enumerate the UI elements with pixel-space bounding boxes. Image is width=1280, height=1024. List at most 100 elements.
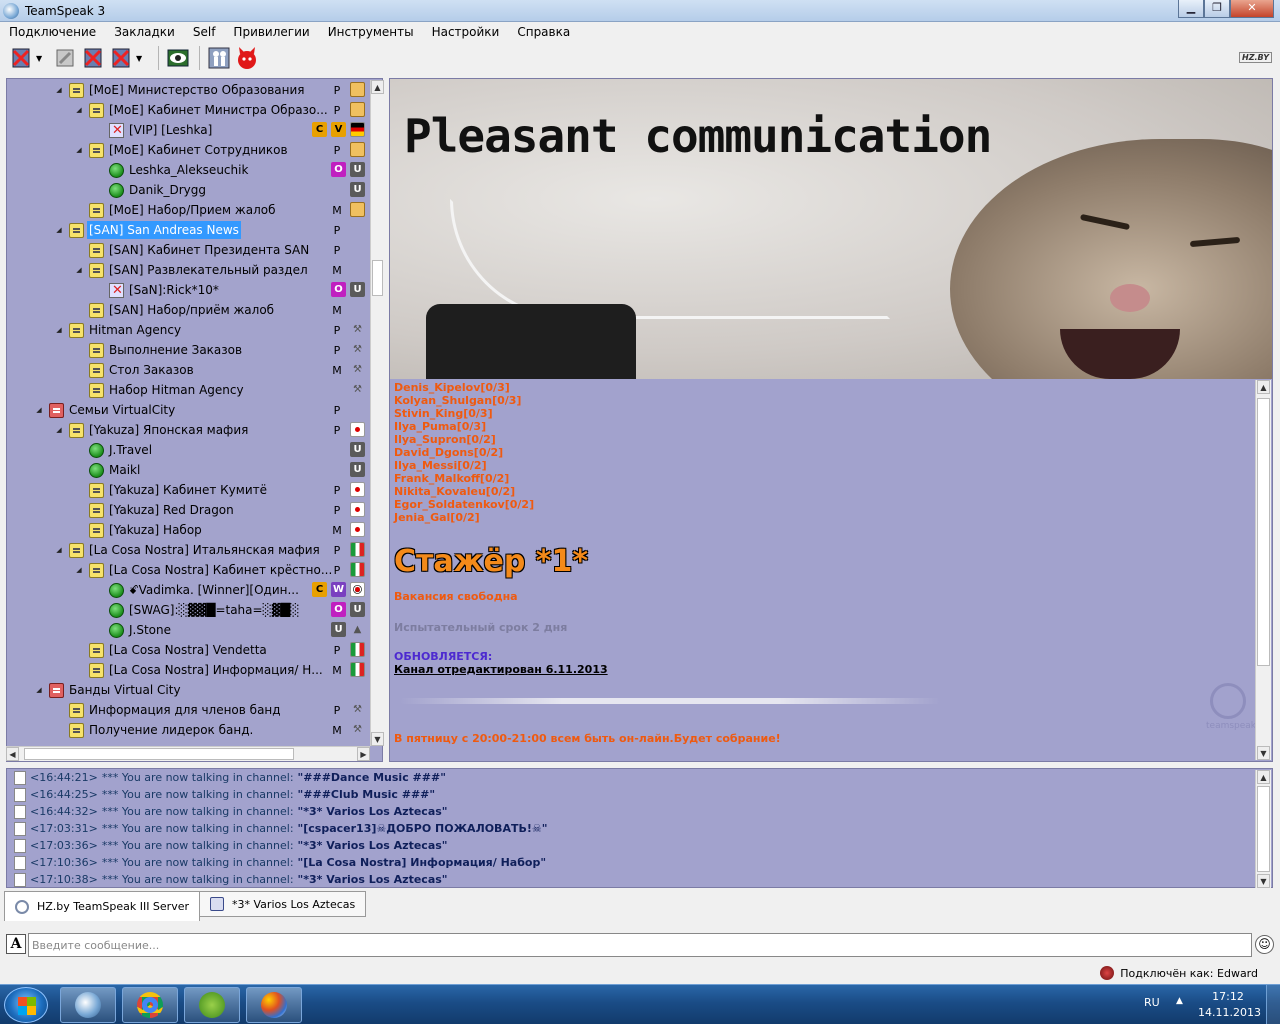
- menu-permissions[interactable]: Привилегии: [224, 22, 318, 42]
- devil-icon[interactable]: [234, 45, 260, 71]
- log-channel-link[interactable]: "###Dance Music ###": [298, 771, 446, 784]
- expand-arrow-icon[interactable]: ◢: [35, 686, 43, 694]
- scroll-up-arrow[interactable]: ▲: [1257, 380, 1270, 394]
- scroll-down-arrow[interactable]: ▼: [1257, 874, 1270, 888]
- user-item[interactable]: ꗄVadimka. [Winner][Один... C W ☺: [7, 580, 369, 600]
- show-desktop-button[interactable]: [1266, 985, 1280, 1024]
- language-indicator[interactable]: RU: [1144, 996, 1160, 1009]
- channel-item[interactable]: [Yakuza] Кабинет Кумитё P: [7, 480, 369, 500]
- menu-connection[interactable]: Подключение: [0, 22, 105, 42]
- maximize-button[interactable]: ❐: [1204, 0, 1230, 18]
- taskbar-download[interactable]: [184, 987, 240, 1023]
- taskbar-chrome[interactable]: [122, 987, 178, 1023]
- scroll-right-arrow[interactable]: ▶: [357, 747, 370, 761]
- channel-item[interactable]: ◢ Hitman Agency P ⚒: [7, 320, 369, 340]
- channel-item[interactable]: Информация для членов банд P ⚒: [7, 700, 369, 720]
- scroll-thumb[interactable]: [1257, 398, 1270, 666]
- close-button[interactable]: ✕: [1230, 0, 1274, 18]
- text-format-button[interactable]: A: [6, 934, 26, 954]
- channel-item[interactable]: Набор Hitman Agency ⚒: [7, 380, 369, 400]
- scroll-down-arrow[interactable]: ▼: [1257, 746, 1270, 760]
- scroll-down-arrow[interactable]: ▼: [371, 732, 384, 746]
- minimize-button[interactable]: ▁: [1178, 0, 1204, 18]
- channel-item[interactable]: [SAN] Набор/приём жалоб M: [7, 300, 369, 320]
- channel-item[interactable]: ◢ [La Cosa Nostra] Итальянская мафия P: [7, 540, 369, 560]
- tab-server[interactable]: HZ.by TeamSpeak III Server: [4, 891, 201, 921]
- channel-item[interactable]: Выполнение Заказов P ⚒: [7, 340, 369, 360]
- channel-tree-vertical-scrollbar[interactable]: ▲ ▼: [370, 80, 384, 746]
- expand-arrow-icon[interactable]: ◢: [75, 146, 83, 154]
- channel-item[interactable]: ◢ Банды Virtual City: [7, 680, 369, 700]
- taskbar-teamspeak[interactable]: [60, 987, 116, 1023]
- user-item[interactable]: J.Travel U: [7, 440, 369, 460]
- channel-item[interactable]: [Yakuza] Red Dragon P: [7, 500, 369, 520]
- expand-arrow-icon[interactable]: ◢: [75, 566, 83, 574]
- scroll-up-arrow[interactable]: ▲: [1257, 770, 1270, 784]
- eye-icon[interactable]: [165, 45, 191, 71]
- log-channel-link[interactable]: "*3* Varios Los Aztecas": [298, 839, 448, 852]
- menu-help[interactable]: Справка: [508, 22, 579, 42]
- channel-item[interactable]: ◢ [La Cosa Nostra] Кабинет крёстно... P: [7, 560, 369, 580]
- user-item[interactable]: Leshka_Alekseuchik O U: [7, 160, 369, 180]
- chat-log[interactable]: <16:44:21> *** You are now talking in cha…: [6, 768, 1273, 888]
- away-icon[interactable]: [52, 45, 78, 71]
- channel-item[interactable]: ◢ [SAN] Развлекательный раздел M: [7, 260, 369, 280]
- contacts-icon[interactable]: [206, 45, 232, 71]
- chat-log-scrollbar[interactable]: ▲ ▼: [1255, 770, 1271, 888]
- expand-arrow-icon[interactable]: ◢: [55, 326, 63, 334]
- expand-arrow-icon[interactable]: ◢: [75, 106, 83, 114]
- expand-arrow-icon[interactable]: ◢: [55, 86, 63, 94]
- channel-item[interactable]: ◢ [MoE] Министерство Образования P: [7, 80, 369, 100]
- expand-arrow-icon[interactable]: ◢: [55, 426, 63, 434]
- user-item[interactable]: Danik_Drygg U: [7, 180, 369, 200]
- menu-self[interactable]: Self: [184, 22, 225, 42]
- channel-item[interactable]: [Yakuza] Набор M: [7, 520, 369, 540]
- channel-item[interactable]: [La Cosa Nostra] Vendetta P: [7, 640, 369, 660]
- channel-item[interactable]: [SAN] Кабинет Президента SAN P: [7, 240, 369, 260]
- user-item[interactable]: [SaN]:Rick*10* OU: [7, 280, 369, 300]
- expand-arrow-icon[interactable]: ◢: [55, 546, 63, 554]
- log-channel-link[interactable]: "*3* Varios Los Aztecas": [298, 873, 448, 886]
- scroll-thumb[interactable]: [24, 748, 294, 760]
- emoticon-button[interactable]: ☺: [1255, 935, 1274, 954]
- tab-channel[interactable]: *3* Varios Los Aztecas: [199, 891, 367, 917]
- chevron-down-icon[interactable]: ▼: [136, 54, 146, 63]
- user-item[interactable]: Maikl U: [7, 460, 369, 480]
- tray-expand-icon[interactable]: ▲: [1176, 996, 1183, 1006]
- channel-tree-horizontal-scrollbar[interactable]: ◀ ▶: [6, 746, 370, 761]
- channel-item[interactable]: Получение лидерок банд. M ⚒: [7, 720, 369, 740]
- menu-settings[interactable]: Настройки: [423, 22, 509, 42]
- scroll-left-arrow[interactable]: ◀: [6, 747, 19, 761]
- chevron-down-icon[interactable]: ▼: [36, 54, 46, 63]
- taskbar-paint[interactable]: [246, 987, 302, 1023]
- log-channel-link[interactable]: "[cspacer13]☠ДОБРО ПОЖАЛОВАТЬ!☠": [298, 822, 548, 835]
- start-button[interactable]: [4, 987, 48, 1023]
- scroll-thumb[interactable]: [372, 260, 383, 296]
- log-channel-link[interactable]: "[La Cosa Nostra] Информация/ Набор": [298, 856, 547, 869]
- user-item[interactable]: J.Stone U ▲: [7, 620, 369, 640]
- message-input[interactable]: [28, 933, 1252, 957]
- channel-item[interactable]: ◢ [Yakuza] Японская мафия P: [7, 420, 369, 440]
- channel-item[interactable]: ◢ [MoE] Кабинет Министра Образо... P: [7, 100, 369, 120]
- mute-speakers-icon[interactable]: [108, 45, 134, 71]
- scroll-up-arrow[interactable]: ▲: [371, 80, 384, 94]
- menu-bookmarks[interactable]: Закладки: [105, 22, 184, 42]
- menu-tools[interactable]: Инструменты: [319, 22, 423, 42]
- system-clock[interactable]: 17:12 14.11.2013: [1198, 989, 1261, 1021]
- channel-tree[interactable]: ◢ [MoE] Министерство Образования P ◢ [MoE] К…: [6, 78, 383, 762]
- channel-item[interactable]: ◢ [MoE] Кабинет Сотрудников P: [7, 140, 369, 160]
- channel-item[interactable]: [La Cosa Nostra] Информация/ Н... M: [7, 660, 369, 680]
- channel-info-scrollbar[interactable]: ▲ ▼: [1255, 380, 1271, 760]
- mute-microphone-icon[interactable]: [80, 45, 106, 71]
- channel-item[interactable]: ◢ [SAN] San Andreas News P: [7, 220, 369, 240]
- user-item[interactable]: [VIP] [Leshka] CV: [7, 120, 369, 140]
- expand-arrow-icon[interactable]: ◢: [75, 266, 83, 274]
- disconnect-icon[interactable]: [8, 45, 34, 71]
- channel-item[interactable]: ◢ Семьи VirtualCity P: [7, 400, 369, 420]
- log-channel-link[interactable]: "*3* Varios Los Aztecas": [298, 805, 448, 818]
- channel-item[interactable]: Стол Заказов M ⚒: [7, 360, 369, 380]
- scroll-thumb[interactable]: [1257, 786, 1270, 872]
- user-item[interactable]: [SWAG]:░▓▓█=taha=░▓█░ O U: [7, 600, 369, 620]
- expand-arrow-icon[interactable]: ◢: [35, 406, 43, 414]
- channel-item[interactable]: [MoE] Набор/Прием жалоб M: [7, 200, 369, 220]
